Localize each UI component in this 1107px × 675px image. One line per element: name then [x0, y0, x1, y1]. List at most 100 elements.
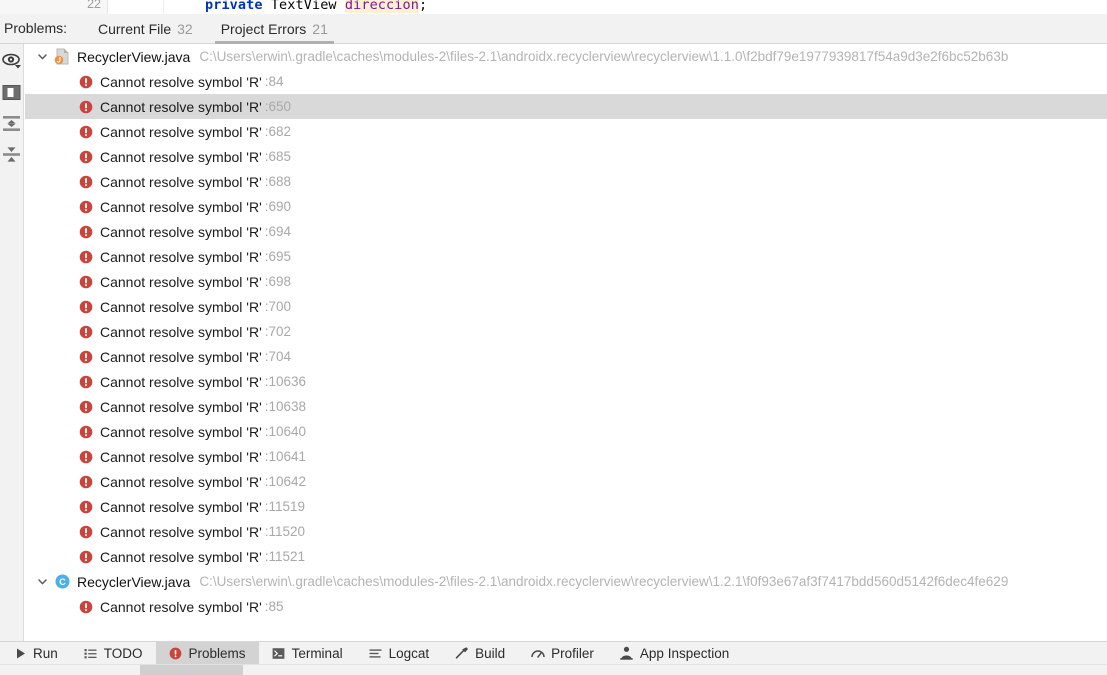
problem-line-number: :650: [264, 99, 292, 114]
problem-message: Cannot resolve symbol 'R': [100, 73, 262, 90]
problem-line-number: :685: [264, 149, 292, 164]
tool-window-button-todo[interactable]: TODO: [71, 642, 156, 664]
error-icon: [79, 375, 93, 389]
problem-row[interactable]: Cannot resolve symbol 'R':10636: [25, 369, 1107, 394]
error-icon: [79, 175, 93, 189]
problems-side-toolbar: [0, 44, 24, 641]
error-icon: [79, 450, 93, 464]
problem-row[interactable]: Cannot resolve symbol 'R':688: [25, 169, 1107, 194]
problems-tree[interactable]: RecyclerView.java C:\Users\erwin\.gradle\…: [25, 44, 1107, 641]
problem-row[interactable]: Cannot resolve symbol 'R':702: [25, 319, 1107, 344]
problem-message: Cannot resolve symbol 'R': [100, 298, 262, 315]
code-keyword: private: [205, 0, 263, 13]
todo-icon: [84, 646, 98, 660]
problems-label: Problems:: [4, 20, 68, 36]
problem-message: Cannot resolve symbol 'R': [100, 398, 262, 415]
profiler-icon: [531, 646, 545, 660]
tool-window-button-app-inspection[interactable]: App Inspection: [607, 642, 742, 664]
problem-line-number: :85: [264, 599, 284, 614]
tool-window-label: Problems: [188, 645, 246, 661]
problem-line-number: :700: [264, 299, 292, 314]
tree-file-row[interactable]: RecyclerView.java C:\Users\erwin\.gradle\…: [25, 44, 1107, 69]
problem-row[interactable]: Cannot resolve symbol 'R':85: [25, 594, 1107, 619]
problem-row[interactable]: Cannot resolve symbol 'R':690: [25, 194, 1107, 219]
tool-window-bar[interactable]: Run TODO Problems Terminal Logcat Build …: [0, 641, 1107, 664]
problem-row[interactable]: Cannot resolve symbol 'R':685: [25, 144, 1107, 169]
tab-current-file[interactable]: Current File 32: [84, 14, 207, 44]
problem-row[interactable]: Cannot resolve symbol 'R':10640: [25, 419, 1107, 444]
problem-row[interactable]: Cannot resolve symbol 'R':698: [25, 269, 1107, 294]
problem-message: Cannot resolve symbol 'R': [100, 248, 262, 265]
status-bar-strip: [0, 664, 1107, 675]
problem-row[interactable]: Cannot resolve symbol 'R':11521: [25, 544, 1107, 569]
problem-row[interactable]: Cannot resolve symbol 'R':11519: [25, 494, 1107, 519]
problem-line-number: :694: [264, 224, 292, 239]
editor-code-line: private TextView direccion;: [205, 0, 427, 13]
tool-window-button-problems[interactable]: Problems: [155, 642, 259, 664]
problem-row[interactable]: Cannot resolve symbol 'R':11520: [25, 519, 1107, 544]
java-file-icon: [53, 48, 71, 66]
problem-line-number: :690: [264, 199, 292, 214]
tool-window-button-profiler[interactable]: Profiler: [518, 642, 607, 664]
problem-message: Cannot resolve symbol 'R': [100, 198, 262, 215]
view-options-icon[interactable]: [1, 50, 23, 72]
error-icon: [79, 150, 93, 164]
problem-message: Cannot resolve symbol 'R': [100, 598, 262, 615]
error-icon: [79, 425, 93, 439]
problem-row[interactable]: Cannot resolve symbol 'R':650: [25, 94, 1107, 119]
tree-file-name: RecyclerView.java: [77, 48, 191, 65]
problem-message: Cannot resolve symbol 'R': [100, 548, 262, 565]
problem-line-number: :11521: [264, 549, 306, 564]
collapse-all-icon[interactable]: [1, 143, 23, 165]
problem-message: Cannot resolve symbol 'R': [100, 523, 262, 540]
editor-code-strip: 22 private TextView direccion;: [0, 0, 1107, 14]
problem-line-number: :10638: [264, 399, 307, 414]
preview-panel-icon[interactable]: [1, 81, 23, 103]
editor-gutter: 22: [0, 0, 108, 14]
problem-message: Cannot resolve symbol 'R': [100, 348, 262, 365]
problem-line-number: :11519: [264, 499, 306, 514]
active-tool-underlay: [140, 665, 243, 675]
svg-text:C: C: [59, 577, 66, 587]
problem-line-number: :695: [264, 249, 292, 264]
tool-window-label: Logcat: [388, 645, 430, 661]
code-type: TextView: [270, 0, 337, 13]
problem-row[interactable]: Cannot resolve symbol 'R':682: [25, 119, 1107, 144]
problem-row[interactable]: Cannot resolve symbol 'R':695: [25, 244, 1107, 269]
error-icon: [79, 550, 93, 564]
problem-line-number: :682: [264, 124, 292, 139]
chevron-down-icon[interactable]: [34, 49, 50, 65]
problem-row[interactable]: Cannot resolve symbol 'R':700: [25, 294, 1107, 319]
problem-row[interactable]: Cannot resolve symbol 'R':694: [25, 219, 1107, 244]
error-icon: [79, 500, 93, 514]
problem-row[interactable]: Cannot resolve symbol 'R':10641: [25, 444, 1107, 469]
problem-row[interactable]: Cannot resolve symbol 'R':10642: [25, 469, 1107, 494]
error-icon: [79, 400, 93, 414]
build-hammer-icon: [455, 646, 469, 660]
problem-row[interactable]: Cannot resolve symbol 'R':704: [25, 344, 1107, 369]
tool-window-label: Profiler: [551, 645, 594, 661]
expand-all-icon[interactable]: [1, 112, 23, 134]
problems-error-icon: [169, 646, 183, 660]
problem-row[interactable]: Cannot resolve symbol 'R':84: [25, 69, 1107, 94]
tab-current-file-label: Current File: [98, 21, 172, 37]
error-icon: [79, 600, 93, 614]
app-inspection-icon: [620, 646, 634, 660]
tree-file-row[interactable]: C RecyclerView.java C:\Users\erwin\.gradle…: [25, 569, 1107, 594]
chevron-down-icon[interactable]: [34, 574, 50, 590]
tree-file-path: C:\Users\erwin\.gradle\caches\modules-2\…: [199, 49, 1009, 64]
tool-window-button-run[interactable]: Run: [0, 642, 71, 664]
tree-file-path: C:\Users\erwin\.gradle\caches\modules-2\…: [199, 574, 1009, 589]
tool-window-label: TODO: [103, 645, 143, 661]
problem-message: Cannot resolve symbol 'R': [100, 98, 262, 115]
tool-window-button-terminal[interactable]: Terminal: [259, 642, 356, 664]
tab-project-errors[interactable]: Project Errors 21: [207, 14, 342, 44]
problem-row[interactable]: Cannot resolve symbol 'R':10638: [25, 394, 1107, 419]
error-icon: [79, 525, 93, 539]
tool-window-button-logcat[interactable]: Logcat: [356, 642, 443, 664]
problem-line-number: :10636: [264, 374, 307, 389]
problem-line-number: :10641: [264, 449, 307, 464]
tool-window-button-build[interactable]: Build: [442, 642, 518, 664]
tool-window-label: Build: [475, 645, 506, 661]
problems-tabs: Current File 32 Project Errors 21: [84, 14, 342, 44]
